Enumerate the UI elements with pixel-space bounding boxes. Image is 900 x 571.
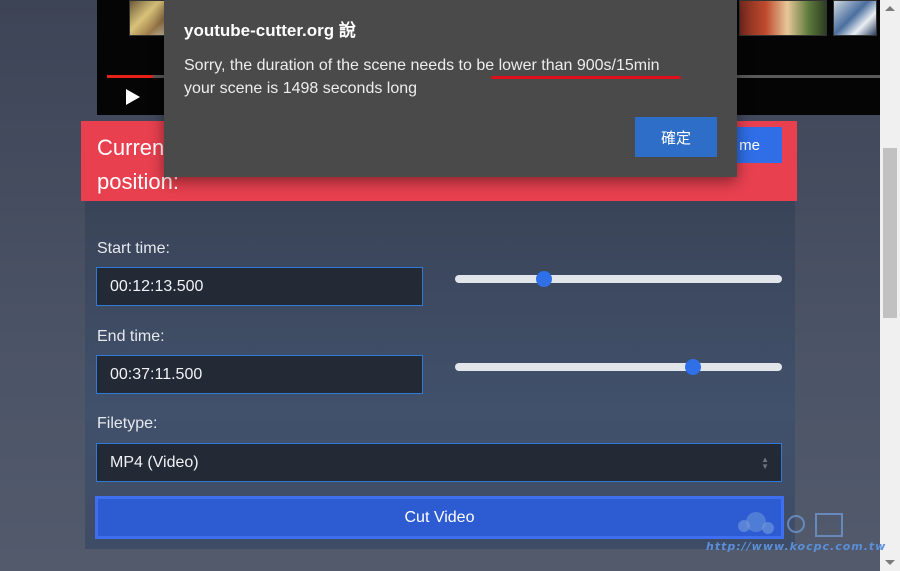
filetype-label: Filetype: <box>97 415 158 432</box>
watermark-text: http://www.kocpc.com.tw <box>706 540 887 553</box>
end-time-label: End time: <box>97 328 165 345</box>
red-underline-annotation <box>491 76 681 79</box>
filetype-selected-value: MP4 (Video) <box>110 453 199 471</box>
end-time-slider[interactable] <box>455 359 782 375</box>
dialog-title: youtube-cutter.org 說 <box>184 21 356 40</box>
page-scrollbar[interactable] <box>880 0 900 571</box>
cut-video-button[interactable]: Cut Video <box>95 496 784 539</box>
play-icon[interactable] <box>125 88 141 106</box>
dialog-message-line: Sorry, the duration of the scene needs t… <box>184 57 660 74</box>
scroll-down-arrow-icon[interactable] <box>885 560 895 565</box>
start-time-input[interactable] <box>96 267 423 306</box>
dialog-message-line: your scene is 1498 seconds long <box>184 80 418 97</box>
scroll-up-arrow-icon[interactable] <box>885 6 895 11</box>
video-progress-fill <box>107 75 154 78</box>
end-time-input[interactable] <box>96 355 423 394</box>
select-arrows-icon: ▲ ▼ <box>761 455 769 471</box>
end-time-slider-handle[interactable] <box>685 359 701 375</box>
filetype-select[interactable]: MP4 (Video) ▲ ▼ <box>96 443 782 482</box>
start-time-slider[interactable] <box>455 271 782 287</box>
video-thumbnail <box>833 0 877 36</box>
start-time-slider-handle[interactable] <box>536 271 552 287</box>
start-time-label: Start time: <box>97 240 170 257</box>
alert-dialog: youtube-cutter.org 說 Sorry, the duration… <box>164 0 737 177</box>
video-thumbnail <box>739 0 827 36</box>
dialog-ok-button[interactable]: 確定 <box>635 117 717 157</box>
scrollbar-thumb[interactable] <box>883 148 897 318</box>
